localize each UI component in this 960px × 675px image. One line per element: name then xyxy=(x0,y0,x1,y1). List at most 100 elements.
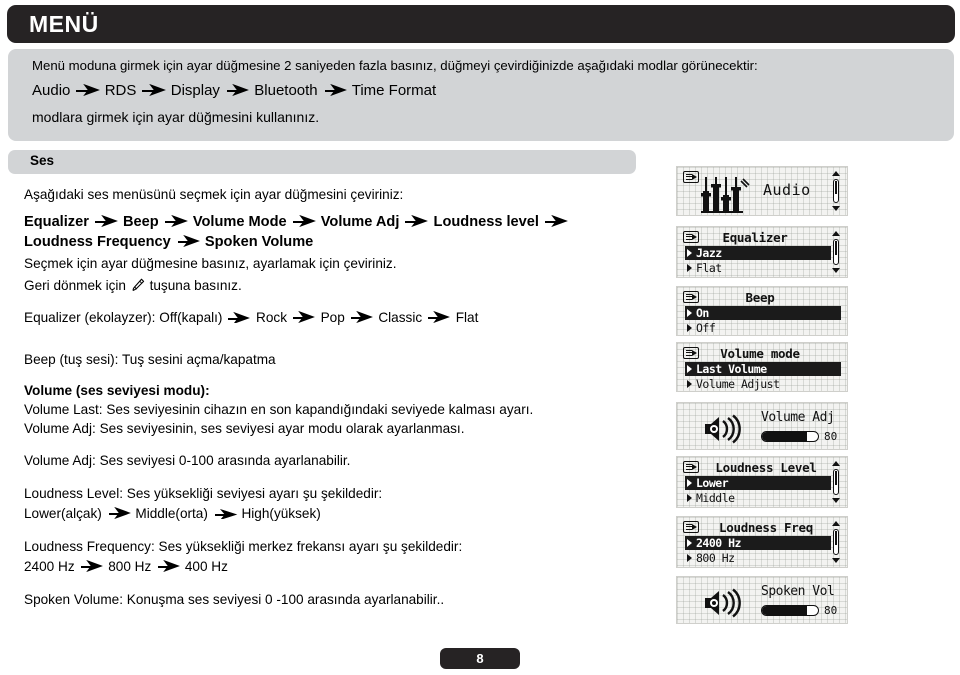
spoken-volume-label: Spoken Volume: xyxy=(24,592,123,607)
caret-icon xyxy=(687,324,692,332)
scroll-up-icon[interactable] xyxy=(832,461,840,466)
back-instruction: Geri dönmek için tuşuna basınız. xyxy=(24,277,242,294)
scroll-thumb[interactable] xyxy=(835,241,837,256)
lcd-list-item-label: Off xyxy=(696,321,716,335)
equalizer-label: Equalizer (ekolayzer): xyxy=(24,310,156,325)
loudness-level-option-middle: Middle(orta) xyxy=(135,506,208,521)
lcd-title: Volume mode xyxy=(720,346,800,361)
lcd-screen-loudness-level: Loudness Level Lower Middle xyxy=(676,456,848,508)
arrow-icon xyxy=(426,311,452,323)
lcd-list-item[interactable]: 800 Hz xyxy=(685,551,831,565)
scroll-thumb[interactable] xyxy=(835,181,837,195)
lcd-audio-label: Audio xyxy=(763,181,811,199)
audio-chain-loudness-frequency: Loudness Frequency xyxy=(24,234,171,250)
equalizer-option-off: Off(kapalı) xyxy=(159,310,223,325)
volume-progress-bar[interactable] xyxy=(761,431,819,442)
audio-menu-intro: Aşağıdaki ses menüsünü seçmek için ayar … xyxy=(24,187,404,202)
intro-description: Menü moduna girmek için ayar düğmesine 2… xyxy=(32,58,758,73)
audio-chain-beep: Beep xyxy=(123,214,159,230)
lcd-list-item-selected[interactable]: Last Volume xyxy=(685,362,841,376)
scroll-down-icon[interactable] xyxy=(832,498,840,503)
loudness-level-row: Loudness Level: Ses yüksekliği seviyesi … xyxy=(24,486,382,502)
select-instruction: Seçmek için ayar düğmesine basınız, ayar… xyxy=(24,256,397,271)
volume-progress-fill xyxy=(762,432,807,441)
loudness-freq-option-2400: 2400 Hz xyxy=(24,559,75,574)
lcd-list-item-label: Volume Adjust xyxy=(696,377,780,391)
lcd-list-item-selected[interactable]: Jazz xyxy=(685,246,831,260)
lcd-title: Volume Adj xyxy=(761,410,835,425)
scroll-down-icon[interactable] xyxy=(832,558,840,563)
scroll-up-icon[interactable] xyxy=(832,171,840,176)
arrow-icon xyxy=(291,311,317,323)
audio-chain-loudness-level: Loudness level xyxy=(433,214,539,230)
scroll-track[interactable] xyxy=(833,529,839,555)
lcd-scrollbar[interactable] xyxy=(831,171,841,211)
lcd-list-item[interactable]: Middle xyxy=(685,491,831,505)
lcd-scrollbar[interactable] xyxy=(831,521,841,563)
loudness-level-description: Ses yüksekliği seviyesi ayarı şu şekilde… xyxy=(126,486,383,501)
equalizer-bars-icon xyxy=(699,175,751,215)
lcd-list-item-label: Lower xyxy=(696,476,729,490)
mode-chain-item-bluetooth: Bluetooth xyxy=(254,82,318,99)
lcd-list-item-label: Jazz xyxy=(696,246,722,260)
beep-row: Beep (tuş sesi): Tuş sesini açma/kapatma xyxy=(24,352,276,368)
audio-chain-volume-mode: Volume Mode xyxy=(192,214,287,230)
scroll-track[interactable] xyxy=(833,469,839,495)
lcd-list-item[interactable]: Flat xyxy=(685,261,831,275)
scroll-track[interactable] xyxy=(833,239,839,265)
scroll-up-icon[interactable] xyxy=(832,231,840,236)
scroll-down-icon[interactable] xyxy=(832,206,840,211)
intro-panel: Menü moduna girmek için ayar düğmesine 2… xyxy=(8,49,954,141)
page-number-pill: 8 xyxy=(440,648,520,669)
lcd-screen-loudness-freq: Loudness Freq 2400 Hz 800 Hz xyxy=(676,516,848,568)
caret-icon xyxy=(687,494,692,502)
arrow-icon xyxy=(224,84,250,96)
arrow-icon xyxy=(75,84,101,96)
audio-chain-equalizer: Equalizer xyxy=(24,214,89,230)
loudness-freq-option-400: 400 Hz xyxy=(184,559,228,574)
lcd-screen-volume-adj: Volume Adj 80 xyxy=(676,402,848,450)
arrow-icon xyxy=(349,311,375,323)
lcd-list-item-label: 800 Hz xyxy=(696,551,735,565)
caret-icon xyxy=(687,554,692,562)
pointing-hand-icon xyxy=(130,277,146,293)
page-number: 8 xyxy=(476,651,484,666)
scroll-thumb[interactable] xyxy=(835,471,837,486)
scroll-up-icon[interactable] xyxy=(832,521,840,526)
lcd-list-item-selected[interactable]: 2400 Hz xyxy=(685,536,831,550)
spoken-volume-row: Spoken Volume: Konuşma ses seviyesi 0 -1… xyxy=(24,592,444,608)
arrow-icon xyxy=(291,215,317,227)
back-instruction-pre: Geri dönmek için xyxy=(24,278,126,293)
menu-icon xyxy=(683,521,699,533)
scroll-thumb[interactable] xyxy=(835,531,837,546)
beep-description: Tuş sesini açma/kapatma xyxy=(121,352,276,367)
lcd-list-item[interactable]: Volume Adjust xyxy=(685,377,841,391)
lcd-title: Spoken Vol xyxy=(761,584,835,599)
mode-chain-item-time-format: Time Format xyxy=(351,82,437,99)
loudness-freq-options: 2400 Hz 800 Hz 400 Hz xyxy=(24,559,228,575)
lcd-list-item-selected[interactable]: Lower xyxy=(685,476,831,490)
lcd-screen-equalizer: Equalizer Jazz Flat xyxy=(676,226,848,278)
lcd-list-item-selected[interactable]: On xyxy=(685,306,841,320)
lcd-scrollbar[interactable] xyxy=(831,461,841,503)
audio-chain-spoken-volume: Spoken Volume xyxy=(204,234,314,250)
arrow-icon xyxy=(78,560,104,572)
scroll-down-icon[interactable] xyxy=(832,268,840,273)
intro-footer-text: modlara girmek için ayar düğmesini kulla… xyxy=(32,109,320,125)
equalizer-option-classic: Classic xyxy=(378,310,423,325)
arrow-icon xyxy=(543,215,569,227)
volume-value: 80 xyxy=(824,430,838,443)
lcd-screen-volume-mode: Volume mode Last Volume Volume Adjust xyxy=(676,342,848,392)
back-instruction-post: tuşuna basınız. xyxy=(149,278,242,293)
volume-progress-bar[interactable] xyxy=(761,605,819,616)
volume-progress-fill xyxy=(762,606,807,615)
lcd-list-item[interactable]: Off xyxy=(685,321,841,335)
loudness-frequency-label: Loudness Frequency: xyxy=(24,539,155,554)
equalizer-row: Equalizer (ekolayzer): Off(kapalı) Rock … xyxy=(24,310,478,326)
arrow-icon xyxy=(175,235,201,247)
lcd-screen-beep: Beep On Off xyxy=(676,286,848,336)
lcd-title: Equalizer xyxy=(722,230,788,245)
scroll-track[interactable] xyxy=(833,179,839,203)
arrow-icon xyxy=(141,84,167,96)
lcd-scrollbar[interactable] xyxy=(831,231,841,273)
